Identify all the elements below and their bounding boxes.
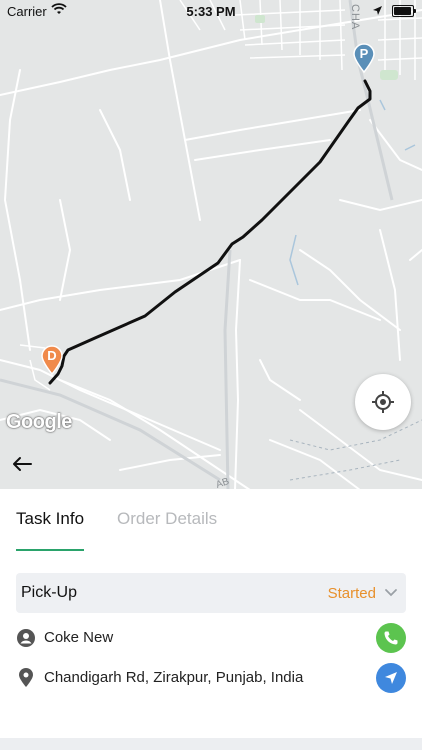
- dropoff-marker[interactable]: D: [41, 345, 63, 376]
- navigate-button[interactable]: [376, 663, 406, 693]
- phone-icon: [384, 631, 398, 645]
- pickup-marker-label: P: [359, 46, 369, 61]
- my-location-button[interactable]: [355, 374, 411, 430]
- person-icon: [16, 628, 36, 648]
- pickup-section-header[interactable]: Pick-Up Started: [16, 573, 406, 613]
- battery-icon: [392, 5, 416, 17]
- tab-order-details[interactable]: Order Details: [117, 509, 217, 529]
- location-services-icon: [372, 4, 383, 19]
- customer-row: Coke New: [16, 623, 406, 653]
- task-type-label: Pick-Up: [21, 584, 78, 601]
- address-row: Chandigarh Rd, Zirakpur, Punjab, India: [16, 663, 406, 693]
- location-pin-icon: [16, 668, 36, 688]
- task-sheet: Task Info Order Details Pick-Up Started …: [0, 489, 422, 750]
- pickup-marker[interactable]: P: [353, 43, 375, 74]
- task-status: Started: [327, 585, 376, 602]
- address-text: Chandigarh Rd, Zirakpur, Punjab, India: [44, 669, 304, 686]
- call-button[interactable]: [376, 623, 406, 653]
- status-bar: Carrier 5:33 PM: [0, 0, 422, 24]
- bottom-strip: [0, 738, 422, 750]
- route-line: [48, 79, 372, 385]
- crosshair-icon: [372, 391, 394, 413]
- arrow-left-icon: [13, 457, 32, 471]
- map-view[interactable]: CHA AB P D Google: [0, 0, 422, 490]
- chevron-down-icon: [384, 586, 398, 605]
- tab-task-info[interactable]: Task Info: [16, 509, 84, 529]
- google-attribution[interactable]: Google: [6, 411, 72, 434]
- clock: 5:33 PM: [186, 4, 236, 19]
- back-button[interactable]: [10, 452, 38, 480]
- active-tab-indicator: [16, 549, 84, 551]
- customer-name: Coke New: [44, 629, 114, 646]
- navigation-arrow-icon: [385, 672, 397, 684]
- dropoff-marker-label: D: [47, 348, 57, 363]
